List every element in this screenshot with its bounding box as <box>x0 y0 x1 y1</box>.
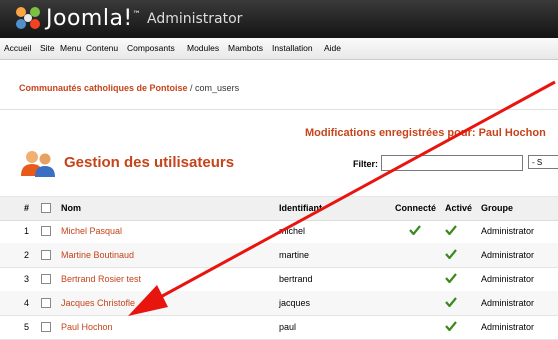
table-row: 1 Michel Pasqual michel Administrator <box>0 219 558 244</box>
breadcrumb-site[interactable]: Communautés catholiques de Pontoise <box>19 83 188 93</box>
breadcrumb-component: com_users <box>195 83 240 93</box>
user-name-link[interactable]: Jacques Christofle <box>61 298 135 308</box>
col-login[interactable]: Identifiant <box>279 203 322 213</box>
user-name-link[interactable]: Michel Pasqual <box>61 226 122 236</box>
user-name-link[interactable]: Bertrand Rosier test <box>61 274 141 284</box>
table-row: 4 Jacques Christofle jacques Administrator <box>0 291 558 316</box>
user-group: Administrator <box>481 274 535 284</box>
user-group: Administrator <box>481 322 535 332</box>
table-row: 5 Paul Hochon paul Administrator <box>0 315 558 340</box>
menu-item-aide[interactable]: Aide <box>324 43 341 53</box>
col-name[interactable]: Nom <box>61 203 81 213</box>
divider <box>0 109 558 110</box>
brand-name: Joomla!™ <box>46 6 142 31</box>
active-check-icon <box>445 297 457 307</box>
menu-item-menu[interactable]: Menu <box>60 43 81 53</box>
active-check-icon <box>445 321 457 331</box>
user-group: Administrator <box>481 226 535 236</box>
menu-item-installation[interactable]: Installation <box>272 43 313 53</box>
row-checkbox[interactable] <box>41 274 51 284</box>
users-icon <box>21 151 55 177</box>
select-all-checkbox[interactable] <box>41 203 51 213</box>
row-checkbox[interactable] <box>41 298 51 308</box>
filter-label: Filter: <box>353 159 379 169</box>
table-row: 2 Martine Boutinaud martine Administrator <box>0 243 558 268</box>
save-message: Modifications enregistrées pour: Paul Ho… <box>305 127 546 139</box>
menu-item-mambots[interactable]: Mambots <box>228 43 263 53</box>
table-row: 3 Bertrand Rosier test bertrand Administrat… <box>0 267 558 292</box>
menu-item-modules[interactable]: Modules <box>187 43 219 53</box>
filter-select[interactable]: - S <box>528 155 558 169</box>
user-login: bertrand <box>279 274 313 284</box>
col-connected: Connecté <box>395 203 437 213</box>
user-login: paul <box>279 322 297 332</box>
row-checkbox[interactable] <box>41 322 51 332</box>
user-login: martine <box>279 250 310 260</box>
row-checkbox[interactable] <box>41 250 51 260</box>
connected-check-icon <box>409 225 421 235</box>
menu-item-contenu[interactable]: Contenu <box>86 43 118 53</box>
main-menu: Accueil Site Menu Contenu Composants Mod… <box>0 38 558 60</box>
row-number: 4 <box>24 298 30 308</box>
user-name-link[interactable]: Paul Hochon <box>61 322 113 332</box>
filter-input[interactable] <box>381 155 523 171</box>
joomla-logo-icon <box>16 7 40 29</box>
user-group: Administrator <box>481 250 535 260</box>
col-group[interactable]: Groupe <box>481 203 513 213</box>
menu-item-composants[interactable]: Composants <box>127 43 175 53</box>
user-login: michel <box>279 226 306 236</box>
user-name-link[interactable]: Martine Boutinaud <box>61 250 134 260</box>
menu-item-accueil[interactable]: Accueil <box>4 43 31 53</box>
active-check-icon <box>445 273 457 283</box>
brand-subtitle: Administrator <box>147 11 243 27</box>
row-number: 2 <box>24 250 30 260</box>
col-active: Activé <box>445 203 473 213</box>
user-group: Administrator <box>481 298 535 308</box>
row-number: 5 <box>24 322 30 332</box>
row-checkbox[interactable] <box>41 226 51 236</box>
col-num: # <box>24 203 30 213</box>
app-header: Joomla!™ Administrator <box>0 0 558 38</box>
breadcrumb: Communautés catholiques de Pontoise / co… <box>19 83 240 93</box>
page-title: Gestion des utilisateurs <box>64 154 235 171</box>
table-header: # Nom Identifiant Connecté Activé Groupe <box>0 196 558 221</box>
row-number: 1 <box>24 226 30 236</box>
active-check-icon <box>445 249 457 259</box>
menu-item-site[interactable]: Site <box>40 43 55 53</box>
active-check-icon <box>445 225 457 235</box>
row-number: 3 <box>24 274 30 284</box>
user-login: jacques <box>279 298 311 308</box>
